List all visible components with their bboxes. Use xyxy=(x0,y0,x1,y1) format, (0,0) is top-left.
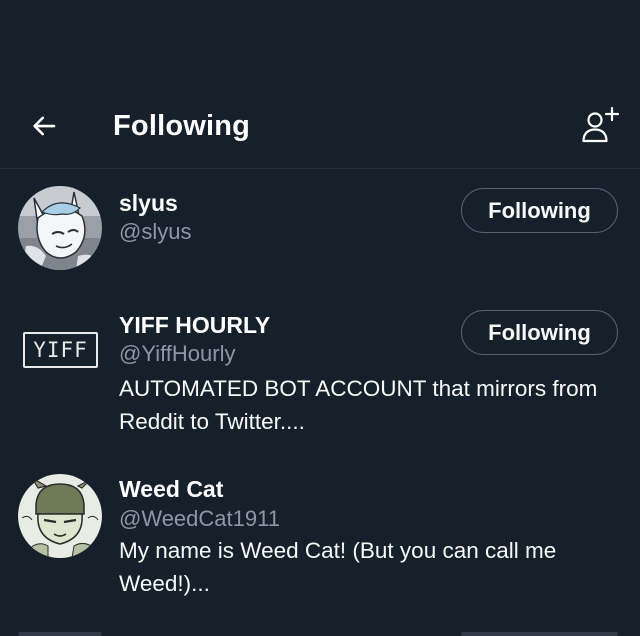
avatar[interactable]: YIFF xyxy=(23,332,98,368)
following-button[interactable]: Following xyxy=(461,188,618,233)
user-bio: AUTOMATED BOT ACCOUNT that mirrors from … xyxy=(119,376,598,434)
user-name[interactable]: Weed Cat xyxy=(119,475,223,503)
back-button[interactable] xyxy=(22,106,66,146)
add-user-button[interactable] xyxy=(578,102,624,148)
avatar-image xyxy=(18,474,102,558)
page-title: Following xyxy=(113,110,251,142)
next-row-edge xyxy=(0,628,640,636)
following-screen: Following slyus @slyus Following YIFF YI… xyxy=(0,0,640,636)
user-handle[interactable]: @YiffHourly xyxy=(119,340,235,368)
user-name[interactable]: slyus xyxy=(119,189,178,217)
list-item[interactable]: slyus @slyus Following xyxy=(0,168,640,290)
person-plus-icon xyxy=(582,106,620,143)
list-item[interactable]: YIFF YIFF HOURLY @YiffHourly AUTOMATED B… xyxy=(0,290,640,458)
user-handle[interactable]: @WeedCat1911 xyxy=(119,505,280,533)
list-item[interactable]: Weed Cat @WeedCat1911 My name is Weed Ca… xyxy=(0,458,640,628)
avatar[interactable] xyxy=(18,474,102,558)
user-handle[interactable]: @slyus xyxy=(119,218,191,246)
top-app-bar: Following xyxy=(0,86,640,169)
user-bio: My name is Weed Cat! (But you can call m… xyxy=(119,538,557,596)
arrow-left-icon xyxy=(33,116,56,136)
user-name[interactable]: YIFF HOURLY xyxy=(119,311,270,339)
following-button[interactable]: Following xyxy=(461,310,618,355)
avatar[interactable] xyxy=(18,186,102,270)
avatar-image xyxy=(18,186,102,270)
